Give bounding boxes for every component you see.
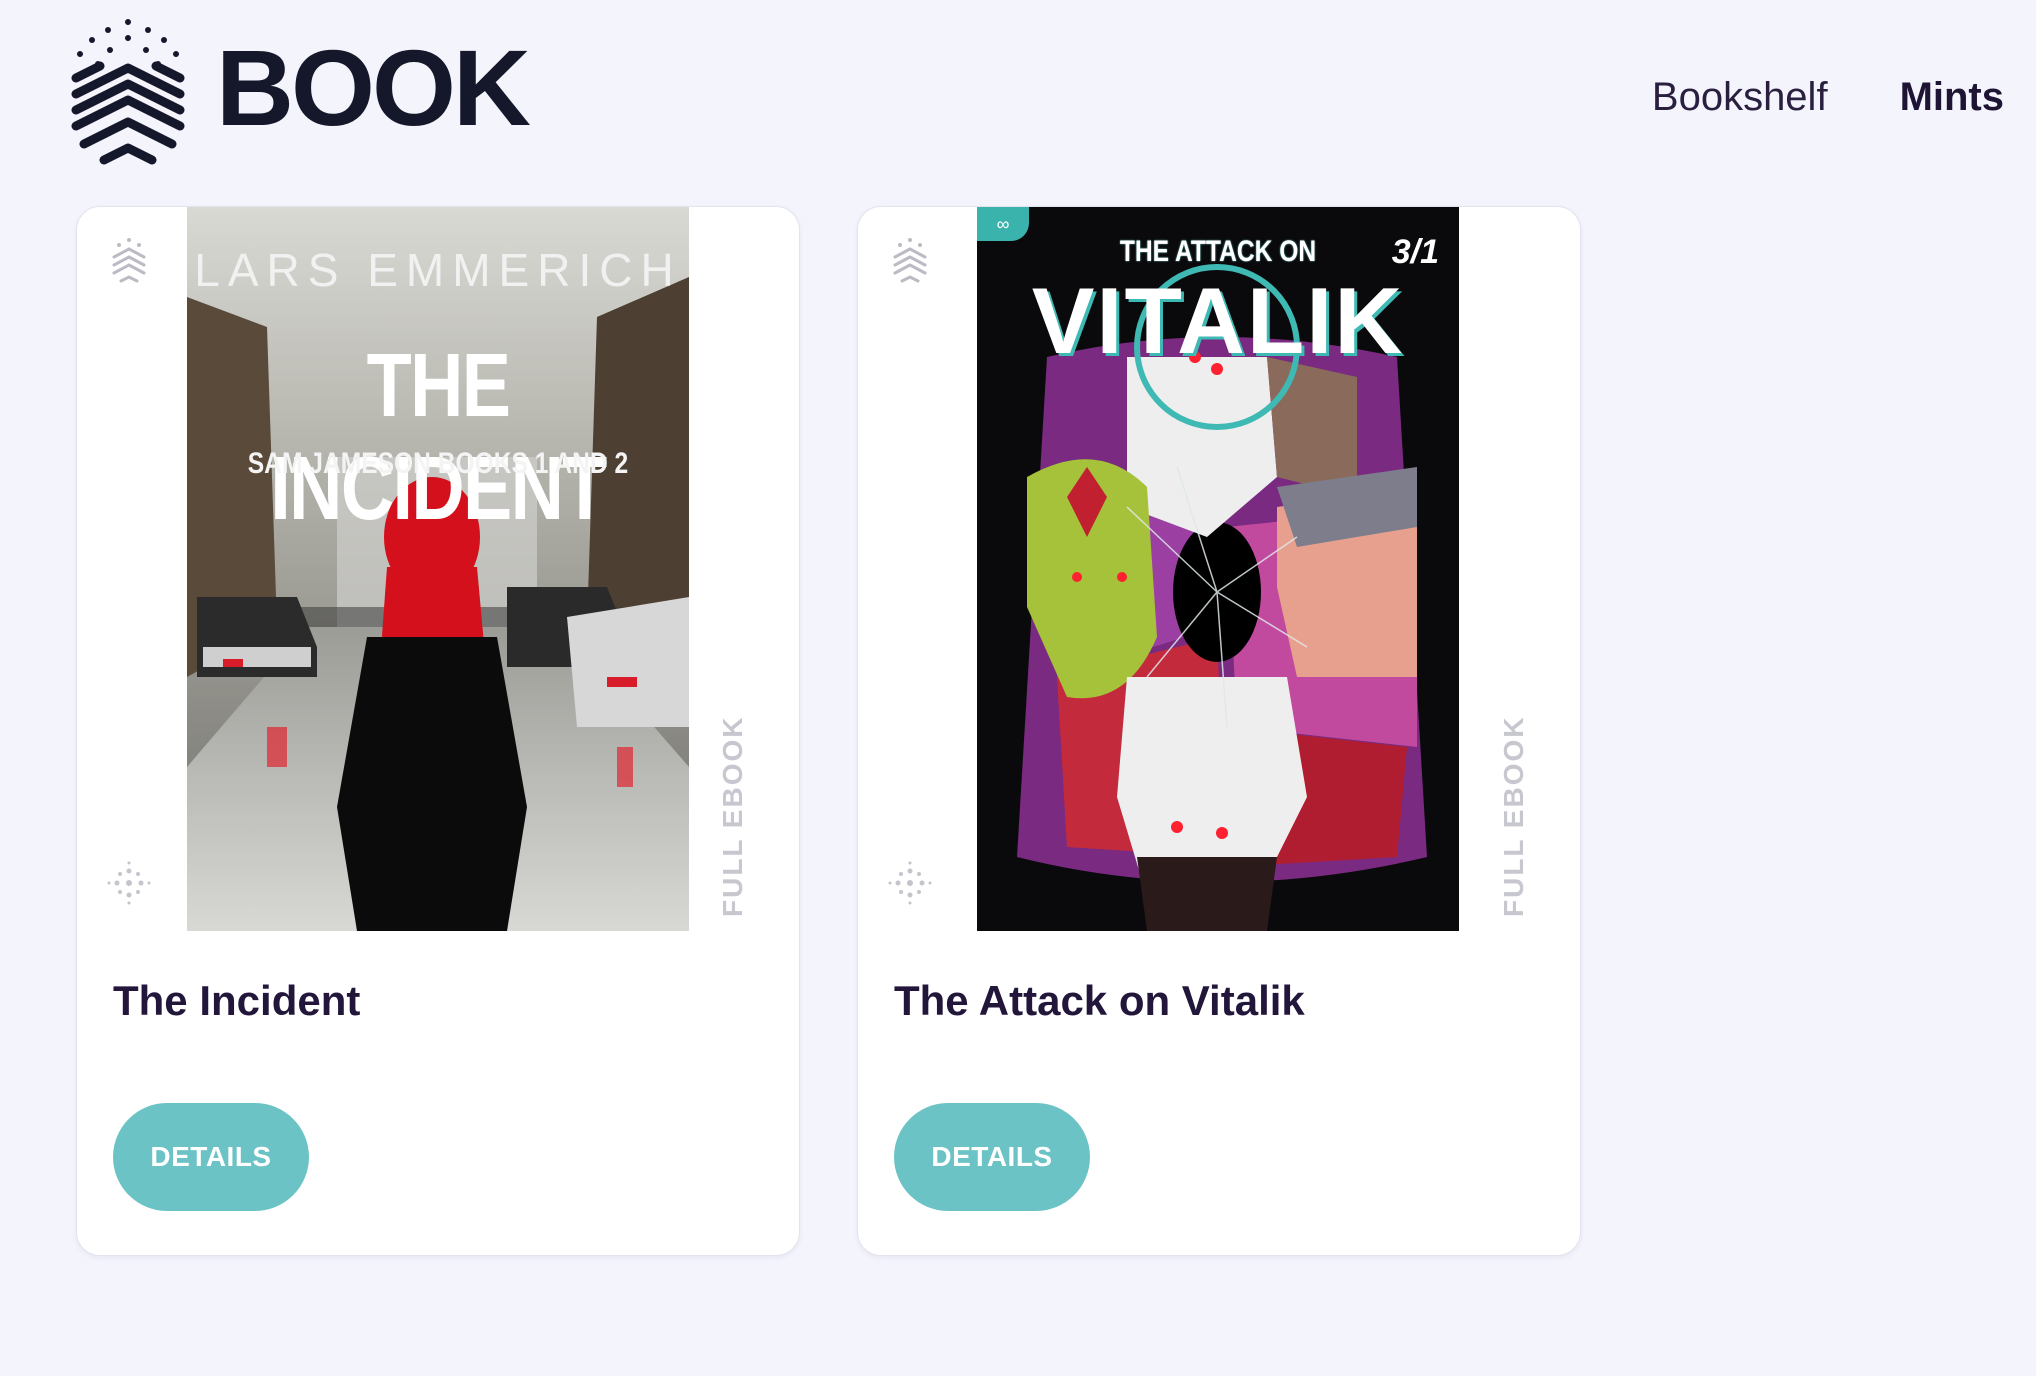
cover-area[interactable]: ∞ THE ATTACK ON VITALIK 3/1 FULL EBOOK [858, 207, 1580, 931]
sparkle-icon [107, 861, 151, 905]
cover-issue: 3/1 [1391, 233, 1439, 271]
brand-logo[interactable]: BOOK [70, 18, 531, 170]
cover-title: VITALIK [1031, 268, 1405, 373]
book-cover-image[interactable]: ∞ THE ATTACK ON VITALIK 3/1 [977, 207, 1459, 931]
book-brand-icon [112, 238, 146, 283]
sparkle-icon [888, 861, 932, 905]
nav-mints[interactable]: Mints [1900, 72, 2004, 122]
book-brand-icon [893, 238, 927, 283]
format-label: FULL EBOOK [717, 715, 748, 917]
cover-author: LARS EMMERICH [194, 244, 682, 296]
cover-illustration [187, 207, 689, 931]
cover-area[interactable]: LARS EMMERICH THE INCIDENT SAM JAMESON B… [77, 207, 799, 931]
book-logo-icon [71, 19, 185, 165]
cover-title: THE INCIDENT [270, 336, 607, 539]
book-card[interactable]: ∞ THE ATTACK ON VITALIK 3/1 FULL EBOOK T… [857, 206, 1581, 1256]
book-cover-image[interactable]: LARS EMMERICH THE INCIDENT SAM JAMESON B… [187, 207, 689, 931]
book-title[interactable]: The Incident [113, 977, 360, 1025]
main-nav: Bookshelf Mints [1652, 72, 2004, 122]
book-card[interactable]: LARS EMMERICH THE INCIDENT SAM JAMESON B… [76, 206, 800, 1256]
nav-bookshelf[interactable]: Bookshelf [1652, 72, 1828, 122]
brand-name: BOOK [216, 27, 531, 148]
site-header: BOOK Bookshelf Mints [0, 0, 2036, 200]
cover-top-line: THE ATTACK ON [1119, 235, 1317, 268]
cover-subtitle: SAM JAMESON BOOKS 1 AND 2 [247, 447, 629, 480]
details-button[interactable]: DETAILS [113, 1103, 309, 1211]
format-label: FULL EBOOK [1498, 715, 1529, 917]
details-button[interactable]: DETAILS [894, 1103, 1090, 1211]
book-title[interactable]: The Attack on Vitalik [894, 977, 1305, 1025]
